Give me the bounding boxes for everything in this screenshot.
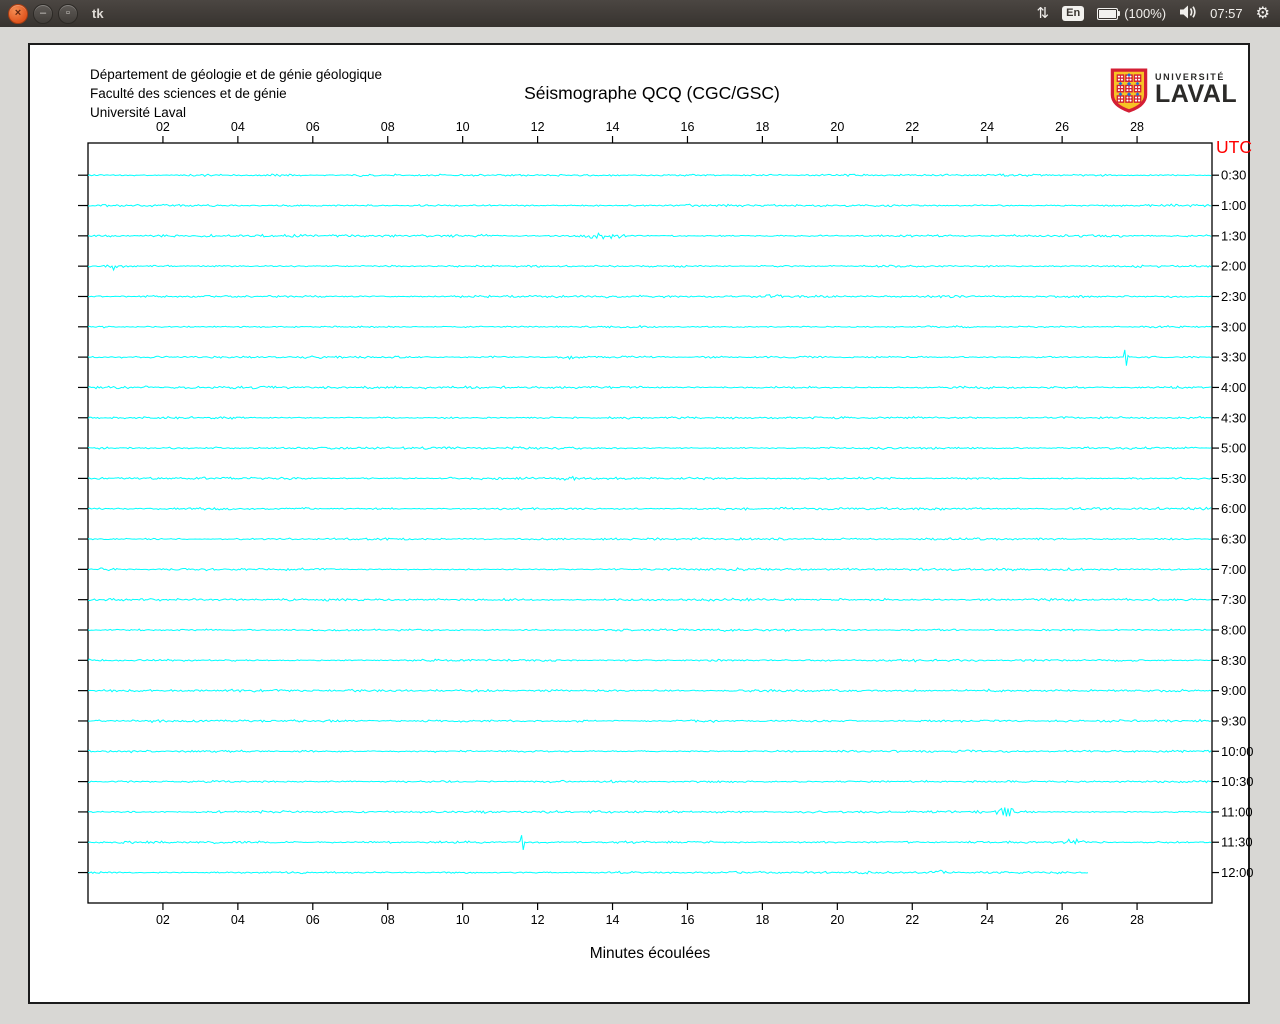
x-tick-label-bottom: 26 <box>1055 913 1069 927</box>
seismic-trace-row <box>87 349 1212 366</box>
utc-time-label: 5:00 <box>1221 441 1246 456</box>
seismic-trace-row <box>87 597 1212 602</box>
x-tick-label-bottom: 04 <box>231 913 245 927</box>
seismic-trace-row <box>87 385 1212 390</box>
utc-time-label: 8:30 <box>1221 653 1246 668</box>
seismic-trace-row <box>87 506 1212 511</box>
utc-time-label: 10:00 <box>1221 744 1254 759</box>
seismic-trace-row <box>87 658 1212 663</box>
utc-time-label: 10:30 <box>1221 774 1254 789</box>
seismic-trace-row <box>87 688 1212 693</box>
utc-time-label: 1:00 <box>1221 198 1246 213</box>
seismic-trace-row <box>87 628 1212 633</box>
seismic-trace-row <box>87 869 1089 875</box>
x-tick-label-top: 12 <box>531 120 545 134</box>
seismic-trace-row <box>87 537 1212 541</box>
x-tick-label-top: 18 <box>755 120 769 134</box>
x-tick-label-top: 28 <box>1130 120 1144 134</box>
x-tick-label-top: 16 <box>681 120 695 134</box>
x-tick-label-top: 02 <box>156 120 170 134</box>
x-tick-label-bottom: 14 <box>606 913 620 927</box>
utc-time-label: 11:30 <box>1221 835 1253 850</box>
seismic-trace-row <box>87 173 1212 178</box>
seismic-trace-row <box>87 232 1212 240</box>
x-tick-label-bottom: 08 <box>381 913 395 927</box>
x-tick-label-bottom: 02 <box>156 913 170 927</box>
utc-axis-title: UTC <box>1216 137 1252 157</box>
utc-time-label: 7:00 <box>1221 562 1246 577</box>
utc-time-label: 5:30 <box>1221 471 1246 486</box>
utc-time-label: 7:30 <box>1221 592 1246 607</box>
utc-time-label: 2:00 <box>1221 259 1246 274</box>
utc-time-label: 0:30 <box>1221 168 1246 183</box>
x-tick-label-bottom: 12 <box>531 913 545 927</box>
x-tick-label-top: 24 <box>980 120 994 134</box>
seismic-trace-row <box>87 718 1212 724</box>
x-tick-label-top: 20 <box>830 120 844 134</box>
seismic-trace-row <box>87 807 1212 817</box>
utc-time-label: 4:00 <box>1221 380 1246 395</box>
utc-time-label: 3:30 <box>1221 350 1246 365</box>
x-tick-label-bottom: 10 <box>456 913 470 927</box>
seismic-trace-row <box>87 835 1212 851</box>
utc-time-label: 6:30 <box>1221 532 1246 547</box>
utc-time-label: 12:00 <box>1221 865 1254 880</box>
utc-time-label: 11:00 <box>1221 804 1253 819</box>
x-tick-label-top: 26 <box>1055 120 1069 134</box>
helicorder-chart: 02 02 04 04 06 06 08 08 10 10 12 12 14 14 16 16 18 18 20 20… <box>78 120 1254 927</box>
seismic-trace-row <box>87 264 1212 272</box>
utc-time-label: 9:30 <box>1221 713 1246 728</box>
seismic-trace-row <box>87 415 1212 420</box>
seismic-trace-row <box>87 324 1212 329</box>
utc-time-label: 9:00 <box>1221 683 1246 698</box>
x-tick-label-top: 10 <box>456 120 470 134</box>
x-tick-label-bottom: 20 <box>830 913 844 927</box>
x-tick-label-bottom: 28 <box>1130 913 1144 927</box>
x-tick-label-top: 04 <box>231 120 245 134</box>
x-tick-label-top: 22 <box>905 120 919 134</box>
seismic-trace-row <box>87 203 1212 208</box>
utc-time-label: 2:30 <box>1221 289 1246 304</box>
x-tick-label-top: 06 <box>306 120 320 134</box>
utc-time-label: 1:30 <box>1221 228 1246 243</box>
seismic-trace-row <box>87 567 1212 572</box>
utc-time-label: 6:00 <box>1221 501 1246 516</box>
seismic-trace-row <box>87 446 1212 450</box>
x-tick-label-top: 08 <box>381 120 395 134</box>
utc-time-label: 8:00 <box>1221 623 1246 638</box>
x-tick-label-bottom: 06 <box>306 913 320 927</box>
plot-frame <box>87 142 1213 904</box>
seismic-trace-row <box>87 749 1212 754</box>
x-tick-label-bottom: 18 <box>755 913 769 927</box>
x-tick-label-bottom: 22 <box>905 913 919 927</box>
x-tick-label-bottom: 16 <box>681 913 695 927</box>
x-tick-label-top: 14 <box>606 120 620 134</box>
seismic-trace-row <box>88 779 1212 784</box>
x-tick-label-bottom: 24 <box>980 913 994 927</box>
seismic-trace-row <box>87 475 1212 482</box>
utc-time-label: 4:30 <box>1221 410 1246 425</box>
utc-time-label: 3:00 <box>1221 319 1246 334</box>
seismic-trace-row <box>87 294 1212 299</box>
